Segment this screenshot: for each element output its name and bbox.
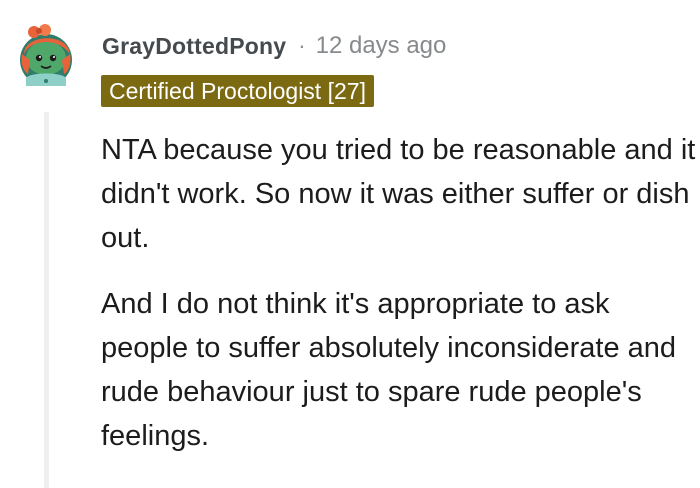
comment-timestamp[interactable]: 12 days ago (316, 32, 447, 60)
user-avatar[interactable] (12, 20, 82, 92)
comment-header: GrayDottedPony · 12 days ago (102, 28, 446, 64)
comment: GrayDottedPony · 12 days ago Certified P… (0, 0, 700, 488)
snoo-avatar-icon (20, 24, 72, 86)
thread-collapse-line[interactable] (44, 112, 49, 488)
comment-paragraph: And I do not think it's appropriate to a… (101, 288, 677, 452)
comment-body: NTA because you tried to be reasonable a… (101, 128, 696, 480)
header-separator: · (298, 33, 306, 58)
author-username[interactable]: GrayDottedPony (102, 33, 286, 60)
comment-paragraph: NTA because you tried to be reasonable a… (101, 134, 696, 254)
user-flair: Certified Proctologist [27] (101, 75, 374, 107)
